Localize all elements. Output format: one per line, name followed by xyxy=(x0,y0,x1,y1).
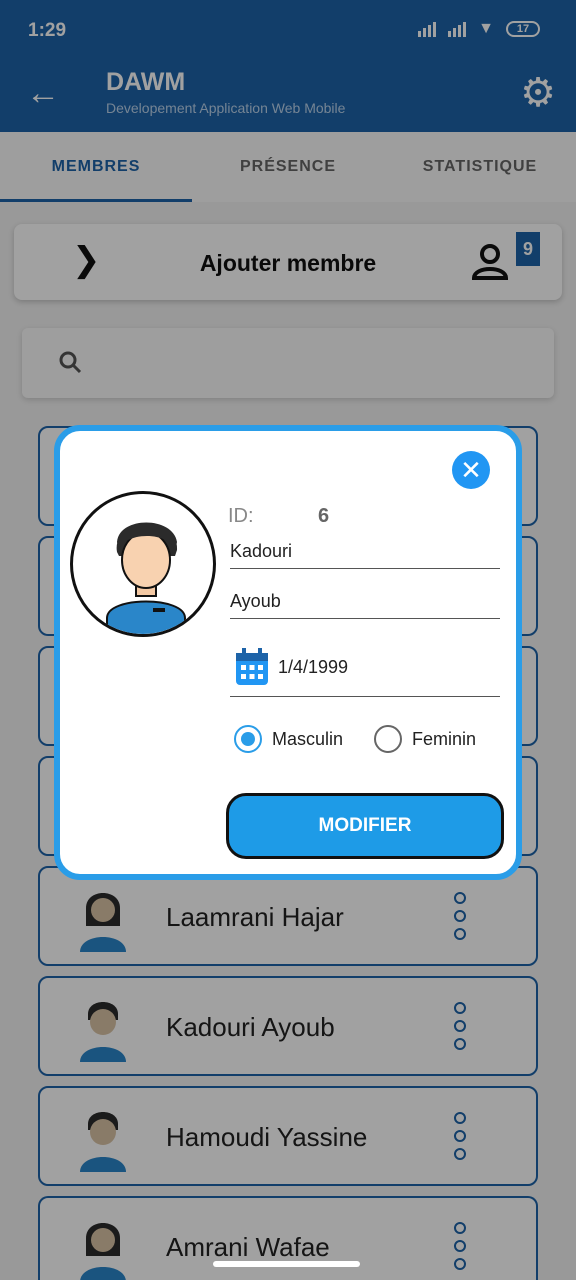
id-label: ID: xyxy=(228,505,254,527)
gender-female-label: Feminin xyxy=(412,728,477,749)
modify-button[interactable]: MODIFIER xyxy=(226,793,504,859)
radio-unselected-icon[interactable] xyxy=(374,725,402,753)
calendar-icon[interactable] xyxy=(234,647,270,687)
member-avatar xyxy=(70,491,216,637)
radio-selected-icon[interactable] xyxy=(234,725,262,753)
birth-date-field[interactable]: 1/4/1999 xyxy=(230,647,500,697)
birth-date-value: 1/4/1999 xyxy=(278,657,349,677)
edit-member-dialog: ✕ ID: 6 1/4/1999 Ma xyxy=(54,425,522,880)
gender-male-radio[interactable]: Masculin xyxy=(234,725,343,753)
last-name-input[interactable] xyxy=(230,539,500,568)
gender-male-label: Masculin xyxy=(272,728,344,749)
first-name-input[interactable] xyxy=(230,589,500,618)
first-name-field[interactable] xyxy=(230,589,500,619)
close-icon[interactable]: ✕ xyxy=(452,451,490,489)
gender-female-radio[interactable]: Feminin xyxy=(374,725,476,753)
id-value: 6 xyxy=(318,505,330,527)
male-avatar-icon xyxy=(106,522,186,634)
last-name-field[interactable] xyxy=(230,539,500,569)
home-indicator[interactable] xyxy=(213,1261,360,1267)
